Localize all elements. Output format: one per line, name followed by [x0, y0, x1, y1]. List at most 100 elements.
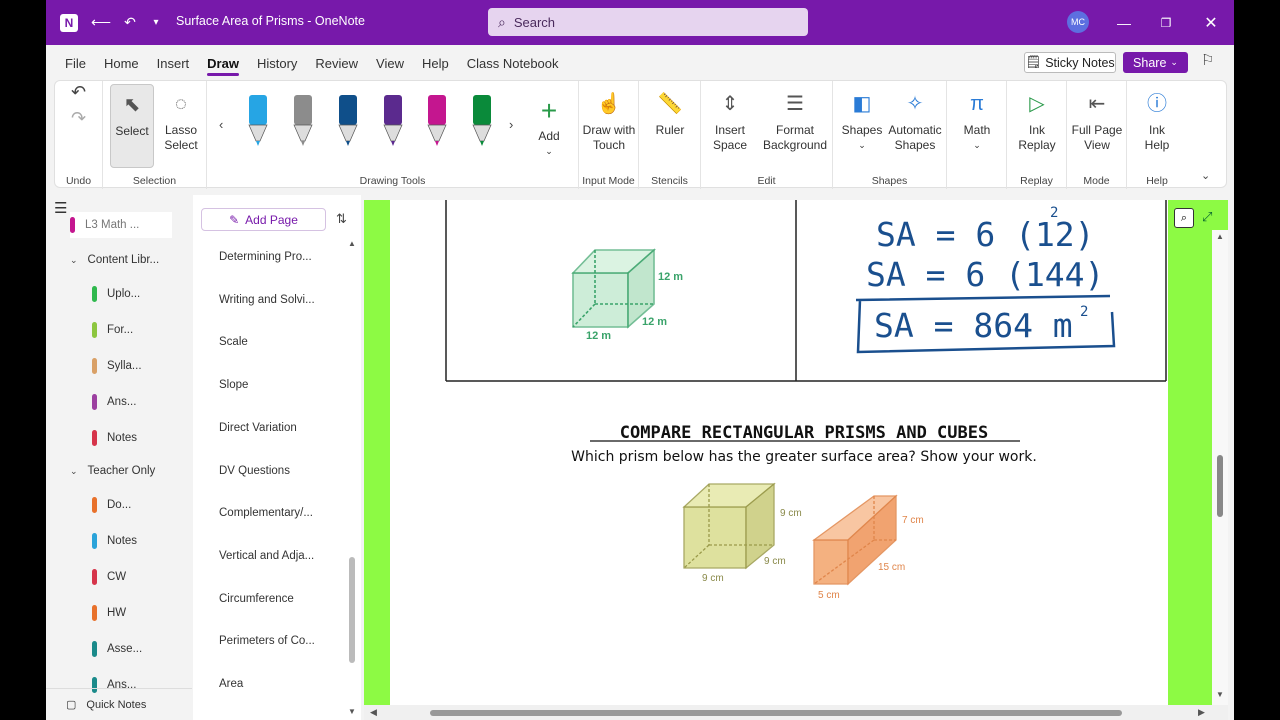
ruler-button[interactable]: 📏 Ruler	[645, 89, 695, 138]
notebook-item[interactable]: L3 Math ...	[70, 212, 172, 238]
undo-group: ↶ ↷ Undo	[55, 81, 103, 189]
section-color	[92, 394, 97, 410]
section-item[interactable]: Ans...	[92, 392, 136, 412]
page-item[interactable]: Scale	[219, 336, 248, 348]
scroll-down-icon[interactable]: ▼	[1216, 690, 1224, 699]
add-pen-button[interactable]: + Add ⌄	[529, 95, 569, 159]
search-box[interactable]: ⌕ Search	[488, 8, 808, 36]
page-item[interactable]: Vertical and Adja...	[219, 550, 314, 562]
scroll-up-icon[interactable]: ▲	[1216, 232, 1224, 241]
tab-draw[interactable]: Draw	[207, 45, 239, 81]
hamburger-icon[interactable]: ☰	[54, 199, 67, 217]
sticky-notes-button[interactable]: 🗒 Sticky Notes	[1024, 52, 1116, 73]
page-item[interactable]: Writing and Solvi...	[219, 294, 315, 306]
quick-notes[interactable]: ▢ Quick Notes	[46, 688, 192, 720]
chevron-left-icon[interactable]: ‹	[219, 117, 223, 132]
undo-icon[interactable]: ↶	[71, 83, 86, 101]
redo-icon[interactable]: ↷	[71, 109, 86, 127]
page-item[interactable]: Determining Pro...	[219, 251, 312, 263]
format-background-button[interactable]: ☰ Format Background	[757, 89, 833, 153]
horizontal-scrollbar[interactable]: ◀ ▶	[364, 705, 1228, 720]
tab-insert[interactable]: Insert	[157, 45, 190, 81]
pen-gray[interactable]	[292, 95, 314, 147]
mode-label-1: Full Page	[1071, 123, 1123, 137]
tab-class-notebook[interactable]: Class Notebook	[467, 45, 559, 81]
prism-depth-label: 15 cm	[878, 562, 905, 573]
shapes-group: ◧ Shapes ⌄ ✧ Automatic Shapes Shapes	[833, 81, 947, 189]
page-item[interactable]: Perimeters of Co...	[219, 635, 315, 647]
feedback-icon[interactable]: ⚐	[1201, 51, 1214, 69]
tab-review[interactable]: Review	[315, 45, 358, 81]
note-canvas[interactable]: 12 m 12 m 12 m SA = 6 (12) 2 SA = 6 (144…	[390, 200, 1168, 705]
full-page-view-button[interactable]: ⇤ Full Page View	[1069, 89, 1125, 153]
share-button[interactable]: Share ⌄	[1123, 52, 1188, 73]
section-item[interactable]: CW	[92, 567, 126, 587]
tab-home[interactable]: Home	[104, 45, 139, 81]
search-icon[interactable]: ⌕	[1174, 208, 1194, 228]
sort-icon[interactable]: ⇅	[336, 211, 347, 227]
plus-icon: +	[540, 94, 558, 126]
draw-with-touch-button[interactable]: ☝ Draw with Touch	[581, 89, 637, 153]
math-label: Math	[963, 123, 991, 137]
expand-icon[interactable]: ⤢	[1202, 209, 1212, 225]
section-item[interactable]: Uplo...	[92, 284, 140, 304]
scroll-down-icon[interactable]: ▼	[348, 707, 356, 716]
tab-file[interactable]: File	[65, 45, 86, 81]
section-item[interactable]: HW	[92, 603, 126, 623]
draw-touch-label-1: Draw with	[582, 123, 636, 137]
tab-help[interactable]: Help	[422, 45, 449, 81]
scroll-left-icon[interactable]: ◀	[370, 707, 377, 718]
pen-purple[interactable]	[382, 95, 404, 147]
back-icon[interactable]: ⟵	[91, 0, 111, 45]
pen-magenta[interactable]	[426, 95, 448, 147]
restore-icon[interactable]: ❐	[1156, 0, 1176, 45]
select-button[interactable]: ⬉ Select	[110, 84, 154, 168]
section-group[interactable]: ⌄ Content Libr...	[70, 250, 159, 270]
section-item[interactable]: For...	[92, 320, 133, 340]
pen-navy[interactable]	[337, 95, 359, 147]
vertical-scrollbar[interactable]: ▲ ▼	[1212, 230, 1228, 705]
insert-space-label-1: Insert	[714, 123, 745, 137]
sticky-notes-label: Sticky Notes	[1045, 55, 1115, 70]
page-item[interactable]: Area	[219, 678, 243, 690]
section-item[interactable]: Asse...	[92, 639, 142, 659]
minimize-icon[interactable]: —	[1114, 0, 1134, 45]
pen-green[interactable]	[471, 95, 493, 147]
vertical-scroll-thumb[interactable]	[1217, 455, 1223, 517]
math-button[interactable]: π Math ⌄	[953, 89, 1001, 153]
shapes-button[interactable]: ◧ Shapes ⌄	[839, 89, 885, 153]
collapse-ribbon-icon[interactable]: ⌄	[1201, 169, 1210, 184]
help-label-1: Ink	[1148, 123, 1165, 137]
add-page-button[interactable]: ✎ Add Page	[201, 208, 326, 231]
close-icon[interactable]: ✕	[1201, 0, 1221, 45]
section-item[interactable]: Do...	[92, 495, 131, 515]
page-item[interactable]: Circumference	[219, 593, 294, 605]
horizontal-scroll-thumb[interactable]	[430, 710, 1122, 716]
undo-icon[interactable]: ↶	[120, 0, 140, 45]
tab-view[interactable]: View	[376, 45, 404, 81]
ink-replay-button[interactable]: ▷ Ink Replay	[1013, 89, 1061, 153]
page-item[interactable]: DV Questions	[219, 465, 290, 477]
avatar[interactable]: MC	[1067, 11, 1089, 33]
section-item[interactable]: Notes	[92, 531, 137, 551]
scroll-up-icon[interactable]: ▲	[348, 239, 356, 248]
lasso-select-button[interactable]: ◌ Lasso Select	[159, 89, 203, 153]
format-label-2: Background	[762, 138, 828, 152]
page-item[interactable]: Complementary/...	[219, 507, 313, 519]
section-group[interactable]: ⌄ Teacher Only	[70, 461, 155, 481]
page-item[interactable]: Slope	[219, 379, 248, 391]
automatic-shapes-button[interactable]: ✧ Automatic Shapes	[885, 89, 945, 153]
page-list-scrollbar[interactable]	[349, 557, 355, 663]
section-color	[92, 641, 97, 657]
page-item[interactable]: Direct Variation	[219, 422, 297, 434]
chevron-right-icon[interactable]: ›	[509, 117, 513, 132]
section-item[interactable]: Sylla...	[92, 356, 142, 376]
pen-blue[interactable]	[247, 95, 269, 147]
customize-quick-access-icon[interactable]: ▾	[148, 0, 164, 45]
ink-help-button[interactable]: ⓘ Ink Help	[1133, 89, 1181, 153]
scroll-right-icon[interactable]: ▶	[1198, 707, 1205, 718]
section-item[interactable]: Notes	[92, 428, 137, 448]
insert-space-button[interactable]: ⇕ Insert Space	[703, 89, 757, 153]
section-label: Notes	[107, 535, 138, 547]
tab-history[interactable]: History	[257, 45, 297, 81]
